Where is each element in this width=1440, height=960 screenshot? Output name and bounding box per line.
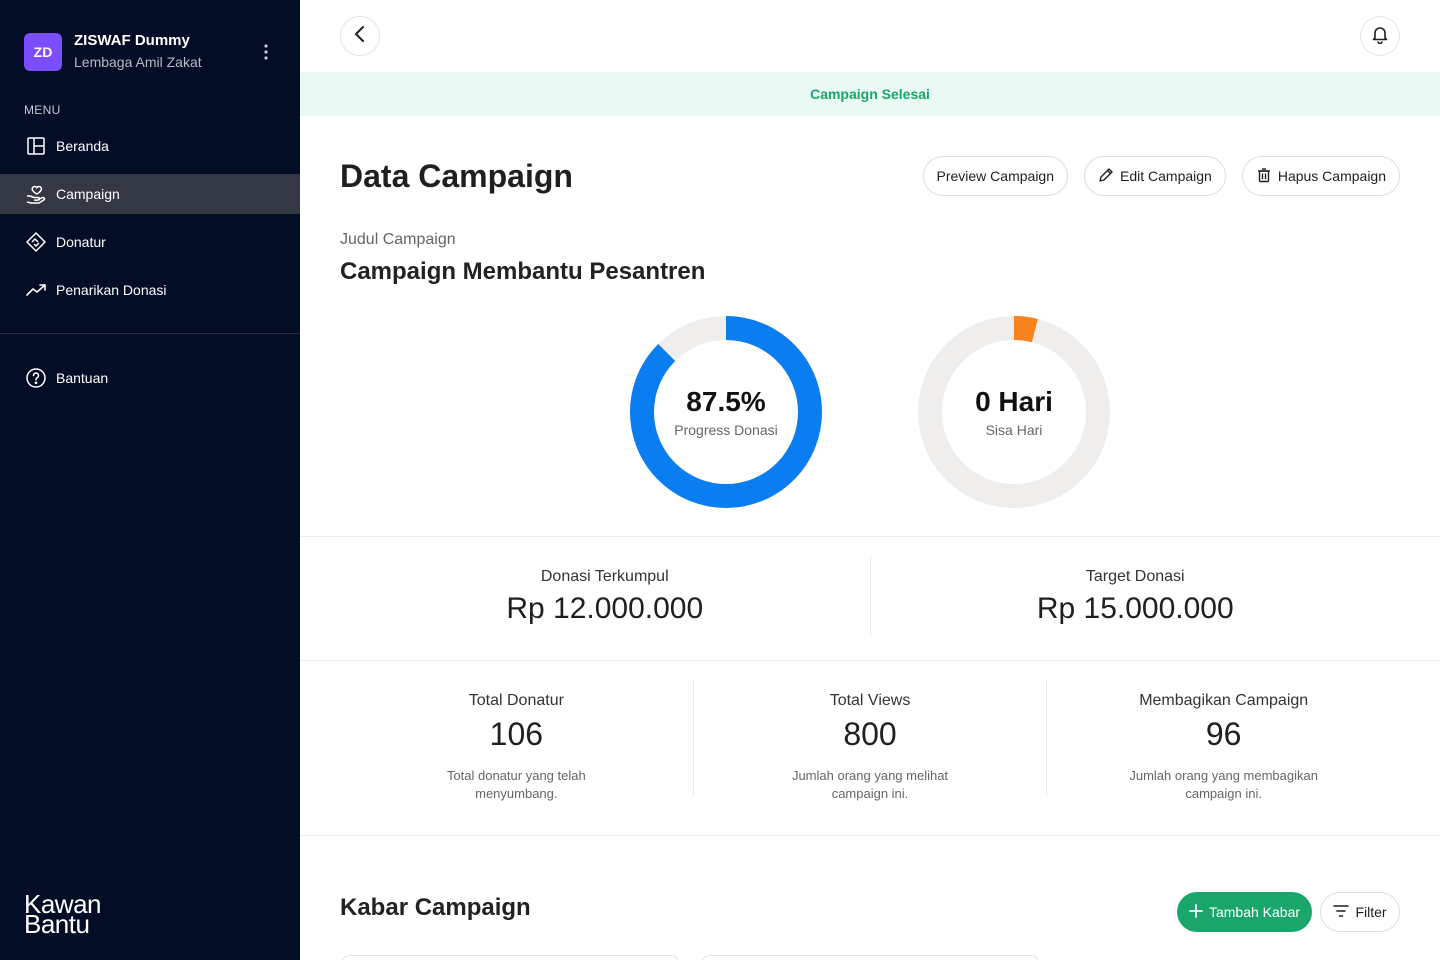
stat-shares: Membagikan Campaign 96 Jumlah orang yang… bbox=[1047, 680, 1400, 810]
handshake-icon bbox=[24, 230, 48, 254]
delete-campaign-label: Hapus Campaign bbox=[1277, 168, 1386, 184]
preview-campaign-button[interactable]: Preview Campaign bbox=[922, 156, 1068, 196]
campaign-actions: Preview Campaign Edit Campaign Hapus Cam… bbox=[922, 156, 1400, 196]
preview-campaign-label: Preview Campaign bbox=[936, 168, 1055, 184]
collected-label: Donasi Terkumpul bbox=[540, 568, 669, 585]
donation-collected: Donasi Terkumpul Rp 12.000.000 bbox=[340, 556, 870, 640]
filter-icon bbox=[1333, 904, 1355, 921]
sidebar: ZD ZISWAF Dummy Lembaga Amil Zakat MENU … bbox=[0, 0, 300, 960]
sidebar-nav: Beranda Campaign Donatur Penarikan Donas… bbox=[0, 126, 300, 318]
chevron-left-icon bbox=[350, 24, 370, 49]
org-name: ZISWAF Dummy bbox=[74, 32, 190, 49]
remaining-days-donut: 0 Hari Sisa Hari bbox=[918, 316, 1110, 508]
filter-button[interactable]: Filter bbox=[1320, 892, 1400, 932]
progress-value: 87.5% bbox=[686, 386, 766, 417]
bell-icon bbox=[1370, 24, 1390, 49]
sidebar-item-label: Bantuan bbox=[56, 370, 109, 386]
stat-label: Membagikan Campaign bbox=[1139, 692, 1309, 709]
add-news-label: Tambah Kabar bbox=[1208, 904, 1301, 920]
add-news-button[interactable]: Tambah Kabar bbox=[1177, 892, 1312, 932]
news-card[interactable] bbox=[700, 955, 1040, 960]
section-divider bbox=[300, 660, 1440, 661]
organization-switcher[interactable]: ZD ZISWAF Dummy Lembaga Amil Zakat bbox=[24, 32, 276, 72]
main-content: Campaign Selesai Data Campaign Preview C… bbox=[300, 0, 1440, 960]
progress-donut: 87.5% Progress Donasi bbox=[630, 316, 822, 508]
stat-value: 96 bbox=[1205, 716, 1242, 752]
status-text: Campaign Selesai bbox=[810, 86, 930, 102]
sidebar-item-campaign[interactable]: Campaign bbox=[0, 174, 300, 214]
section-divider bbox=[300, 536, 1440, 537]
news-section-title: Kabar Campaign bbox=[340, 894, 531, 921]
help-circle-icon bbox=[24, 366, 48, 390]
org-subtitle: Lembaga Amil Zakat bbox=[74, 54, 202, 70]
progress-label: Progress Donasi bbox=[674, 422, 778, 438]
sidebar-divider bbox=[0, 333, 300, 334]
plus-icon bbox=[1189, 903, 1209, 921]
more-vertical-icon[interactable] bbox=[256, 42, 276, 62]
stat-value: 800 bbox=[843, 716, 897, 752]
pencil-icon bbox=[1098, 167, 1120, 186]
sidebar-item-label: Donatur bbox=[56, 234, 106, 250]
donation-target: Target Donasi Rp 15.000.000 bbox=[871, 556, 1401, 640]
sidebar-item-beranda[interactable]: Beranda bbox=[0, 126, 300, 166]
stat-label: Total Donatur bbox=[468, 692, 564, 709]
back-button[interactable] bbox=[340, 16, 380, 56]
edit-campaign-button[interactable]: Edit Campaign bbox=[1084, 156, 1226, 196]
target-value: Rp 15.000.000 bbox=[1036, 592, 1234, 625]
notification-button[interactable] bbox=[1360, 16, 1400, 56]
page-title: Data Campaign bbox=[340, 158, 573, 194]
sidebar-item-label: Penarikan Donasi bbox=[56, 282, 167, 298]
campaign-title: Campaign Membantu Pesantren bbox=[340, 258, 706, 285]
sidebar-item-bantuan[interactable]: Bantuan bbox=[0, 358, 300, 398]
target-label: Target Donasi bbox=[1085, 568, 1185, 585]
stat-description: Jumlah orang yang membagikan campaign in… bbox=[1129, 768, 1318, 801]
sidebar-item-penarikan-donasi[interactable]: Penarikan Donasi bbox=[0, 270, 300, 310]
campaign-stats: Total Donatur 106 Total donatur yang tel… bbox=[340, 680, 1400, 810]
status-banner: Campaign Selesai bbox=[300, 72, 1440, 116]
menu-heading: MENU bbox=[24, 103, 61, 117]
section-divider bbox=[300, 835, 1440, 836]
stat-description: Total donatur yang telah menyumbang. bbox=[446, 768, 586, 801]
news-card[interactable] bbox=[340, 955, 680, 960]
trash-icon bbox=[1256, 167, 1278, 186]
trending-up-icon bbox=[24, 278, 48, 302]
remaining-label: Sisa Hari bbox=[985, 422, 1043, 438]
stat-total-views: Total Views 800 Jumlah orang yang meliha… bbox=[694, 680, 1047, 810]
hand-heart-icon bbox=[24, 182, 48, 206]
collected-value: Rp 12.000.000 bbox=[506, 592, 704, 625]
sidebar-item-label: Beranda bbox=[56, 138, 109, 154]
sidebar-item-donatur[interactable]: Donatur bbox=[0, 222, 300, 262]
donation-summary: Donasi Terkumpul Rp 12.000.000 Target Do… bbox=[340, 556, 1400, 640]
edit-campaign-label: Edit Campaign bbox=[1120, 168, 1212, 184]
stat-label: Total Views bbox=[829, 692, 911, 709]
stat-description: Jumlah orang yang melihat campaign ini. bbox=[791, 768, 949, 801]
remaining-value: 0 Hari bbox=[975, 386, 1053, 417]
layout-icon bbox=[24, 134, 48, 158]
avatar: ZD bbox=[24, 33, 62, 71]
campaign-title-label: Judul Campaign bbox=[340, 231, 456, 248]
brand-logo: Kawan Bantu bbox=[24, 889, 102, 939]
delete-campaign-button[interactable]: Hapus Campaign bbox=[1241, 156, 1400, 196]
stat-total-donatur: Total Donatur 106 Total donatur yang tel… bbox=[340, 680, 693, 810]
sidebar-item-label: Campaign bbox=[56, 186, 120, 202]
filter-label: Filter bbox=[1355, 904, 1387, 920]
stat-value: 106 bbox=[489, 716, 544, 752]
